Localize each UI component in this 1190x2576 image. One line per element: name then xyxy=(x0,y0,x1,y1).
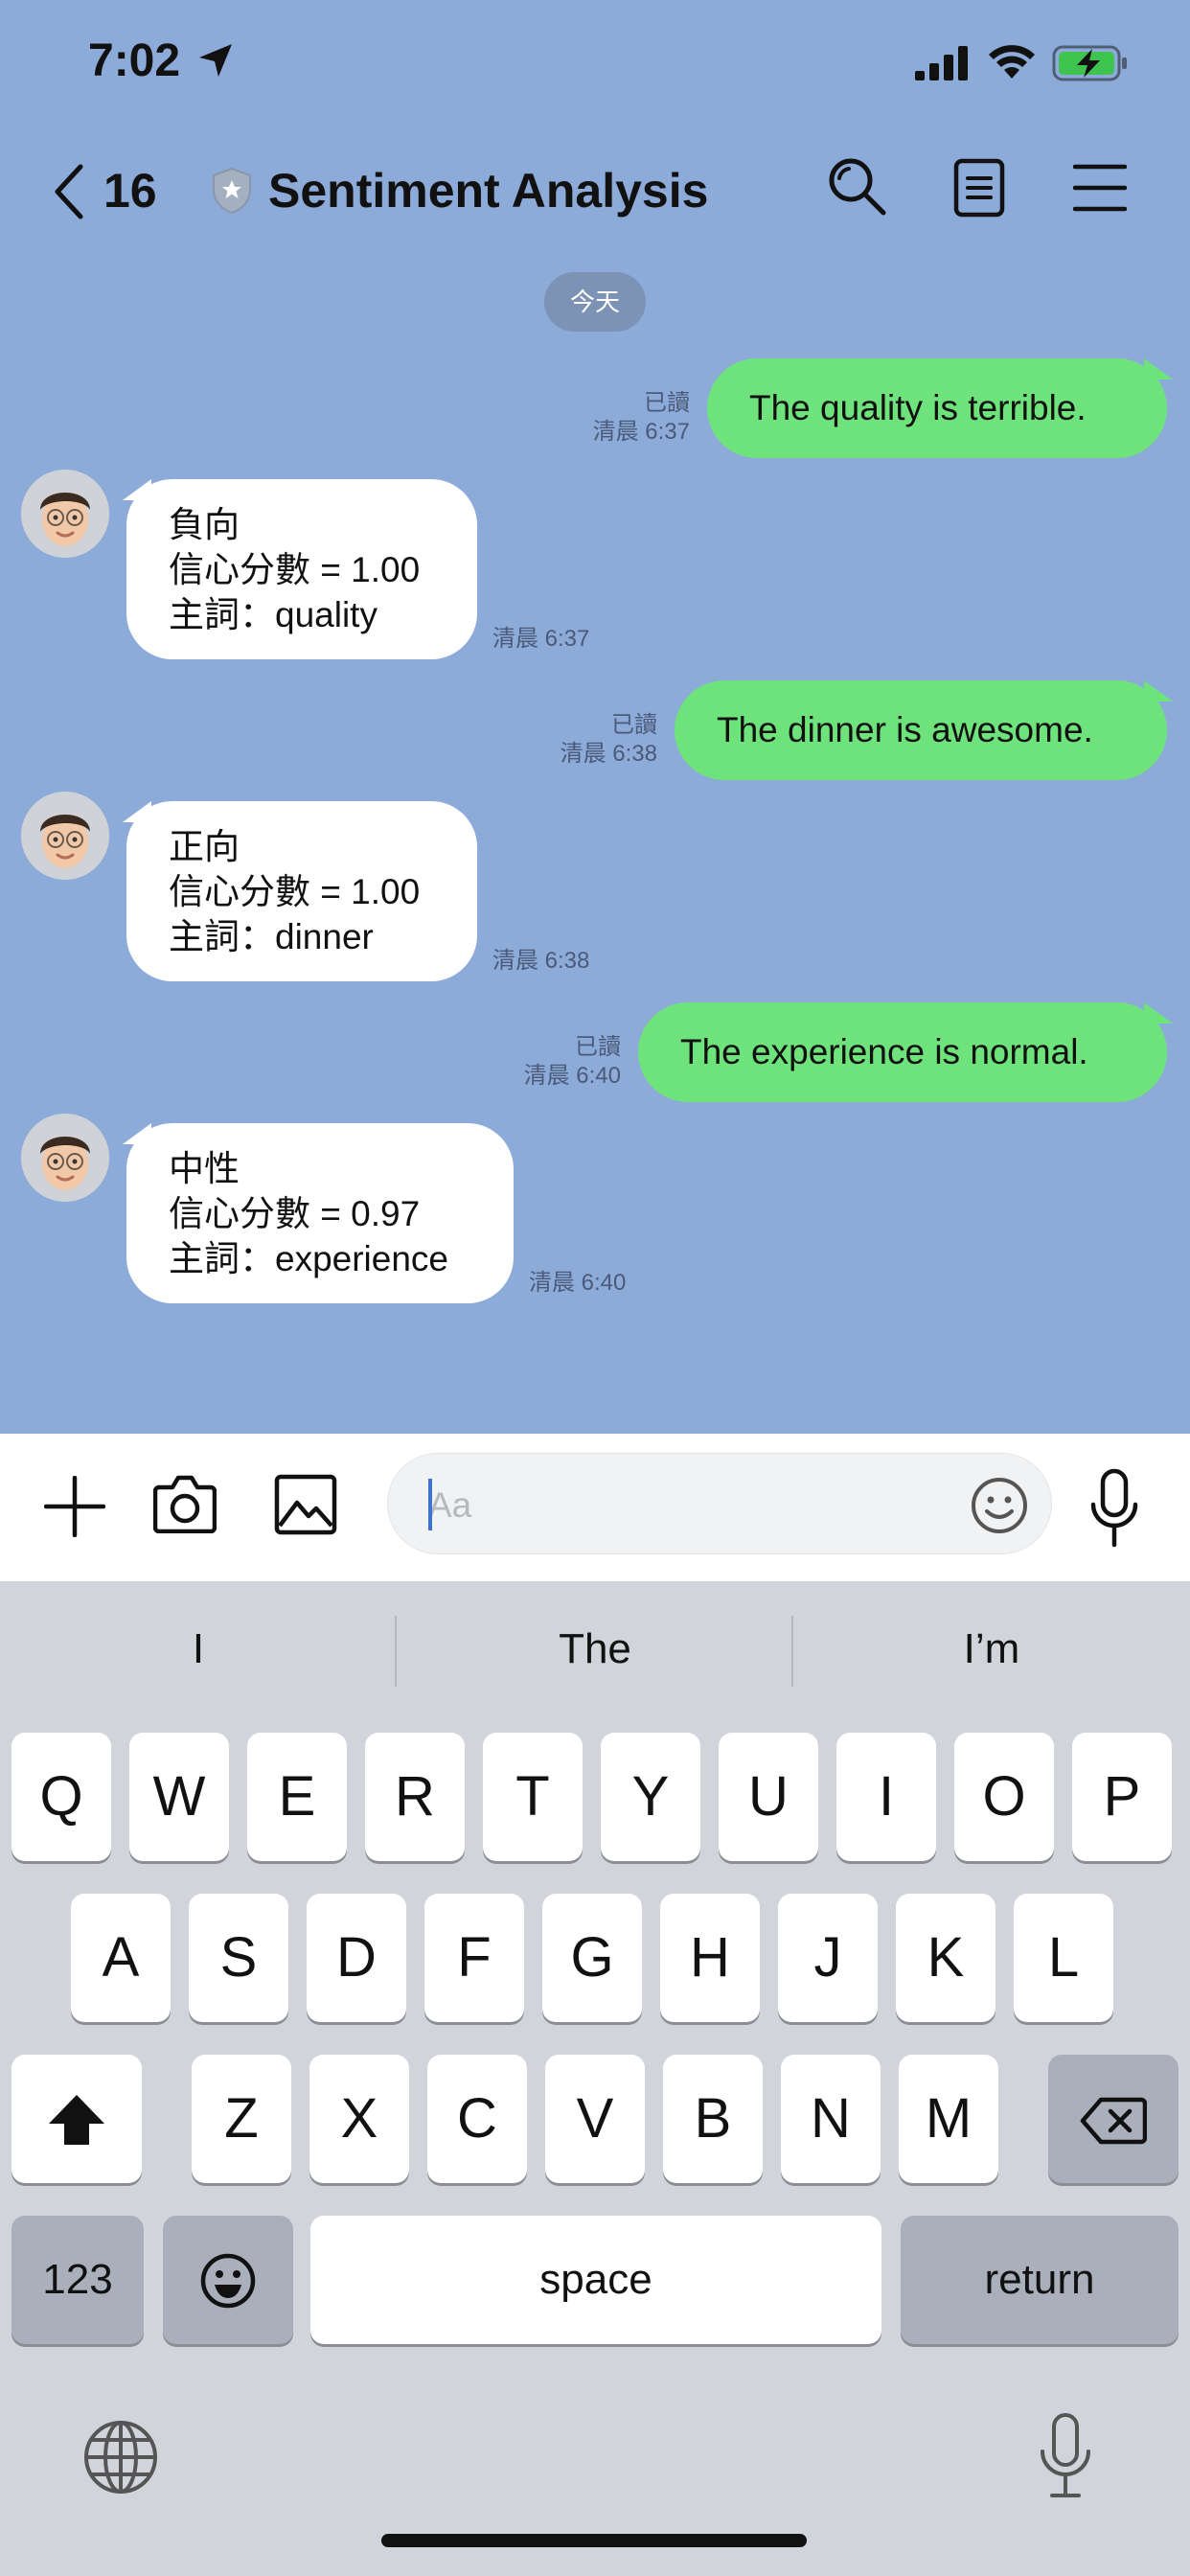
key-q[interactable]: Q xyxy=(11,1733,111,1861)
notes-icon[interactable] xyxy=(952,157,1006,218)
key-b[interactable]: B xyxy=(663,2055,763,2183)
message-time: 清晨 6:38 xyxy=(560,741,657,767)
suggestion-3[interactable]: I’m xyxy=(793,1625,1190,1673)
key-k[interactable]: K xyxy=(896,1894,995,2022)
backspace-icon xyxy=(1080,2097,1148,2145)
return-key[interactable]: return xyxy=(901,2216,1179,2344)
subject-term: 主詞：quality xyxy=(169,595,378,634)
key-w[interactable]: W xyxy=(129,1733,229,1861)
emoji-key[interactable] xyxy=(163,2216,293,2344)
avatar-face-icon xyxy=(21,1114,109,1202)
key-u[interactable]: U xyxy=(719,1733,818,1861)
key-d[interactable]: D xyxy=(307,1894,406,2022)
confidence-score: 信心分數 = 1.00 xyxy=(169,550,421,589)
key-a[interactable]: A xyxy=(71,1894,171,2022)
emoji-icon xyxy=(200,2253,256,2309)
confidence-score: 信心分數 = 1.00 xyxy=(169,872,421,911)
shift-key[interactable] xyxy=(11,2055,142,2183)
suggestion-1[interactable]: I xyxy=(0,1625,397,1673)
message-time: 清晨 6:40 xyxy=(523,1063,621,1089)
dictation-mic-icon[interactable] xyxy=(1037,2411,1094,2499)
read-receipt: 已讀 xyxy=(575,1034,621,1060)
message-time: 清晨 6:37 xyxy=(492,626,590,652)
sentiment-label: 中性 xyxy=(169,1149,240,1188)
message-input-bar xyxy=(0,1434,1190,1581)
incoming-message-bubble[interactable]: 中性 信心分數 = 0.97 主詞：experience xyxy=(123,1123,514,1303)
key-o[interactable]: O xyxy=(954,1733,1054,1861)
message-time: 清晨 6:37 xyxy=(592,419,690,445)
voice-message-mic-icon[interactable] xyxy=(1088,1468,1140,1549)
suggestion-2[interactable]: The xyxy=(397,1625,793,1673)
image-icon[interactable] xyxy=(274,1474,337,1535)
key-h[interactable]: H xyxy=(660,1894,760,2022)
read-receipt: 已讀 xyxy=(611,712,657,738)
subject-term: 主詞：experience xyxy=(169,1239,449,1278)
wifi-icon xyxy=(989,45,1035,79)
emoji-icon[interactable] xyxy=(971,1477,1028,1534)
avatar[interactable] xyxy=(21,470,109,558)
sentiment-label: 正向 xyxy=(169,827,240,866)
camera-icon[interactable] xyxy=(153,1474,217,1533)
outgoing-message-bubble[interactable]: The dinner is awesome. xyxy=(675,680,1173,780)
key-j[interactable]: J xyxy=(778,1894,878,2022)
back-chevron-icon[interactable] xyxy=(50,161,88,222)
message-text-field[interactable] xyxy=(426,1477,928,1534)
key-m[interactable]: M xyxy=(899,2055,998,2183)
key-n[interactable]: N xyxy=(781,2055,881,2183)
incoming-message-bubble[interactable]: 正向 信心分數 = 1.00 主詞：dinner xyxy=(123,801,477,981)
sentiment-label: 負向 xyxy=(169,505,240,544)
verified-shield-icon xyxy=(213,167,251,215)
incoming-message-bubble[interactable]: 負向 信心分數 = 1.00 主詞：quality xyxy=(123,479,477,659)
date-divider: 今天 xyxy=(544,272,646,332)
back-unread-count[interactable]: 16 xyxy=(103,163,157,218)
key-p[interactable]: P xyxy=(1072,1733,1172,1861)
key-f[interactable]: F xyxy=(424,1894,524,2022)
subject-term: 主詞：dinner xyxy=(169,917,374,956)
message-time: 清晨 6:40 xyxy=(529,1270,627,1296)
status-time: 7:02 xyxy=(88,35,181,86)
home-indicator[interactable] xyxy=(381,2534,807,2547)
key-e[interactable]: E xyxy=(247,1733,347,1861)
backspace-key[interactable] xyxy=(1048,2055,1179,2183)
message-time: 清晨 6:38 xyxy=(492,948,590,974)
avatar-face-icon xyxy=(21,792,109,880)
key-z[interactable]: Z xyxy=(192,2055,291,2183)
key-v[interactable]: V xyxy=(545,2055,645,2183)
cellular-signal-icon xyxy=(915,46,968,80)
location-arrow-icon xyxy=(199,44,232,77)
avatar[interactable] xyxy=(21,1114,109,1202)
key-x[interactable]: X xyxy=(309,2055,409,2183)
key-l[interactable]: L xyxy=(1014,1894,1113,2022)
avatar[interactable] xyxy=(21,792,109,880)
key-i[interactable]: I xyxy=(836,1733,936,1861)
read-receipt: 已讀 xyxy=(644,390,690,416)
key-g[interactable]: G xyxy=(542,1894,642,2022)
chat-area: 7:02 16 Sentiment Analysis 今天 已讀 清晨 6:37… xyxy=(0,0,1190,1434)
key-t[interactable]: T xyxy=(483,1733,583,1861)
battery-charging-icon xyxy=(1052,45,1127,81)
space-key[interactable]: space xyxy=(310,2216,881,2344)
avatar-face-icon xyxy=(21,470,109,558)
menu-icon[interactable] xyxy=(1073,163,1127,213)
globe-icon[interactable] xyxy=(82,2419,159,2496)
plus-icon[interactable] xyxy=(44,1476,105,1537)
chat-title: Sentiment Analysis xyxy=(268,164,709,218)
message-meta: 已讀 清晨 6:40 xyxy=(524,1033,621,1091)
numbers-key[interactable]: 123 xyxy=(11,2216,144,2344)
keyboard: I The I’m Q W E R T Y U I O P A S D F G … xyxy=(0,1581,1190,2576)
outgoing-message-bubble[interactable]: The experience is normal. xyxy=(638,1002,1173,1102)
message-meta: 已讀 清晨 6:37 xyxy=(593,389,690,447)
confidence-score: 信心分數 = 0.97 xyxy=(169,1194,421,1233)
text-caret xyxy=(428,1479,432,1530)
search-icon[interactable] xyxy=(826,155,887,217)
key-c[interactable]: C xyxy=(427,2055,527,2183)
message-meta: 已讀 清晨 6:38 xyxy=(561,711,657,769)
outgoing-message-bubble[interactable]: The quality is terrible. xyxy=(707,358,1173,458)
key-y[interactable]: Y xyxy=(601,1733,700,1861)
key-s[interactable]: S xyxy=(189,1894,288,2022)
message-input[interactable] xyxy=(387,1453,1052,1554)
shift-arrow-icon xyxy=(49,2095,104,2145)
key-r[interactable]: R xyxy=(365,1733,465,1861)
